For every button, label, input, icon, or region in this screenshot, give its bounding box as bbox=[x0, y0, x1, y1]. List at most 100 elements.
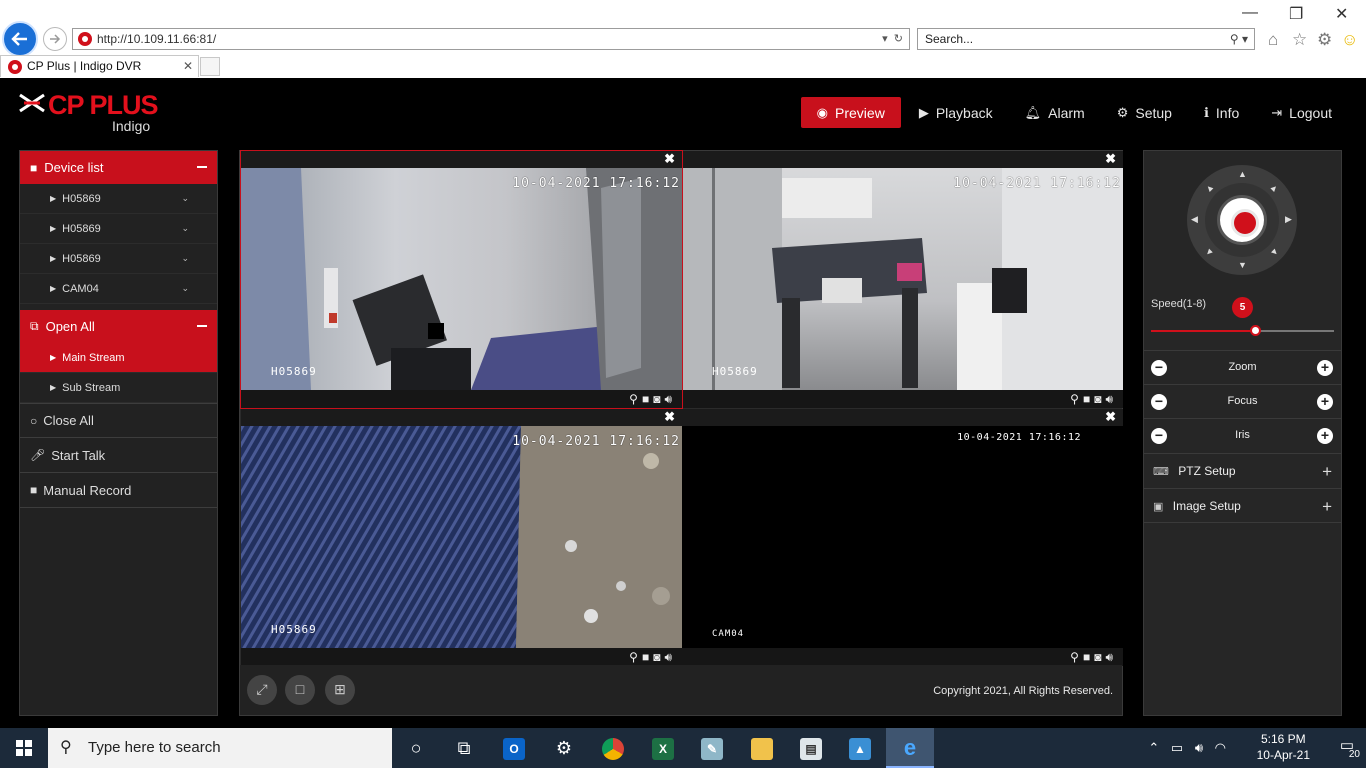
pan-up-left-icon[interactable]: ▲ bbox=[1203, 181, 1216, 194]
quad-view-button[interactable]: ⊞ bbox=[325, 675, 355, 705]
excel-app[interactable]: X bbox=[639, 728, 687, 768]
device-list-header[interactable]: ■ Device list bbox=[20, 151, 217, 184]
device-item[interactable]: ▶ H05869 ⌄ bbox=[20, 184, 217, 214]
notification-center-button[interactable]: ▭ 20 bbox=[1334, 736, 1360, 760]
tab-close-icon[interactable]: ✕ bbox=[183, 56, 193, 77]
single-view-button[interactable]: □ bbox=[285, 675, 315, 705]
video-pane[interactable]: ✖ 10-04-2021 17:16:12 H05869 ⚲■◙🔊︎ bbox=[241, 409, 682, 666]
home-icon[interactable]: ⌂ bbox=[1268, 30, 1278, 50]
ptz-setup-section[interactable]: ⌨ PTZ Setup + bbox=[1144, 453, 1341, 488]
settings-app[interactable]: ⚙ bbox=[540, 728, 588, 768]
notes-app[interactable]: ✎ bbox=[688, 728, 736, 768]
expand-plus-icon[interactable]: + bbox=[1322, 454, 1332, 489]
video-pane[interactable]: ✖ 10-04-2021 17:16:12 H05869 ⚲■◙🔊︎ bbox=[682, 151, 1123, 408]
expand-plus-icon[interactable]: + bbox=[1322, 489, 1332, 524]
restore-icon[interactable]: ❐ bbox=[1289, 4, 1303, 24]
pan-down-left-icon[interactable]: ▼ bbox=[1203, 245, 1216, 258]
zoom-icon[interactable]: ⚲ bbox=[1070, 650, 1083, 664]
zoom-icon[interactable]: ⚲ bbox=[629, 392, 642, 406]
speed-slider[interactable] bbox=[1151, 325, 1334, 336]
chevron-down-icon[interactable]: ⌄ bbox=[181, 193, 189, 204]
sub-stream-item[interactable]: ▶ Sub Stream bbox=[20, 373, 217, 403]
chevron-down-icon[interactable]: ⌄ bbox=[181, 283, 189, 294]
audio-icon[interactable]: 🔊︎ bbox=[664, 392, 676, 406]
pan-down-icon[interactable]: ▼ bbox=[1238, 260, 1247, 270]
audio-icon[interactable]: 🔊︎ bbox=[1105, 392, 1117, 406]
focus-plus-button[interactable]: + bbox=[1317, 394, 1333, 410]
back-button[interactable] bbox=[2, 21, 38, 57]
address-bar[interactable]: http://10.109.11.66:81/ ▾ ↻ bbox=[72, 28, 910, 50]
iris-minus-button[interactable]: − bbox=[1151, 428, 1167, 444]
settings-gear-icon[interactable]: ⚙ bbox=[1317, 30, 1332, 50]
pan-left-icon[interactable]: ◀ bbox=[1191, 214, 1198, 225]
minimize-icon[interactable]: — bbox=[1242, 4, 1258, 22]
device-item[interactable]: ▶ CAM04 ⌄ bbox=[20, 274, 217, 304]
chevron-up-icon[interactable]: ⌃ bbox=[1148, 740, 1159, 755]
collapse-icon[interactable] bbox=[197, 325, 207, 327]
snapshot-icon[interactable]: ◙ bbox=[653, 650, 664, 664]
chevron-down-icon[interactable]: ⌄ bbox=[181, 253, 189, 264]
ptz-direction-pad[interactable]: ▲ ▼ ◀ ▶ ▲ ▲ ▼ ▼ bbox=[1187, 165, 1297, 275]
cortana-button[interactable]: ○ bbox=[392, 728, 440, 768]
collapse-icon[interactable] bbox=[197, 166, 207, 168]
camera-feed[interactable]: 10-04-2021 17:16:12 CAM04 bbox=[682, 426, 1123, 648]
browser-tab[interactable]: CP Plus | Indigo DVR ✕ bbox=[0, 55, 199, 77]
document-app[interactable]: ▤ bbox=[787, 728, 835, 768]
snapshot-icon[interactable]: ◙ bbox=[1094, 650, 1105, 664]
zoom-icon[interactable]: ⚲ bbox=[629, 650, 642, 664]
snapshot-icon[interactable]: ◙ bbox=[653, 392, 664, 406]
audio-icon[interactable]: 🔊︎ bbox=[664, 650, 676, 664]
zoom-in-button[interactable]: + bbox=[1317, 360, 1333, 376]
zoom-out-button[interactable]: − bbox=[1151, 360, 1167, 376]
chevron-down-icon[interactable]: ⌄ bbox=[181, 223, 189, 234]
record-icon[interactable]: ■ bbox=[642, 650, 653, 664]
taskbar-search-input[interactable]: ⚲ Type here to search bbox=[48, 728, 392, 768]
search-icon[interactable]: ⚲ ▾ bbox=[1230, 29, 1248, 49]
camera-feed[interactable]: 10-04-2021 17:16:12 H05869 bbox=[241, 168, 682, 390]
nav-preview[interactable]: ◉ Preview bbox=[800, 97, 901, 128]
forward-button[interactable] bbox=[43, 27, 67, 51]
manual-record-button[interactable]: ■ Manual Record bbox=[20, 473, 217, 508]
favorites-star-icon[interactable]: ☆ bbox=[1292, 30, 1307, 50]
close-window-icon[interactable]: ✕ bbox=[1335, 4, 1348, 24]
image-setup-section[interactable]: ▣ Image Setup + bbox=[1144, 488, 1341, 523]
battery-icon[interactable]: ▭ bbox=[1171, 740, 1183, 755]
record-icon[interactable]: ■ bbox=[642, 392, 653, 406]
nav-alarm[interactable]: 🔔︎ Alarm bbox=[1011, 97, 1099, 128]
camera-feed[interactable]: 10-04-2021 17:16:12 H05869 bbox=[682, 168, 1123, 390]
nav-setup[interactable]: ⚙ Setup bbox=[1103, 97, 1186, 128]
video-pane[interactable]: ✖ 10-04-2021 17:16:12 CAM04 ⚲■◙🔊︎ bbox=[682, 409, 1123, 666]
nav-playback[interactable]: ▶ Playback bbox=[905, 97, 1007, 128]
close-pane-icon[interactable]: ✖ bbox=[664, 151, 675, 167]
pan-up-right-icon[interactable]: ▲ bbox=[1268, 181, 1281, 194]
fullscreen-button[interactable]: ⤢ bbox=[247, 675, 277, 705]
close-pane-icon[interactable]: ✖ bbox=[1105, 409, 1116, 425]
close-all-button[interactable]: ○ Close All bbox=[20, 403, 217, 438]
new-tab-button[interactable] bbox=[200, 57, 220, 76]
camera-feed[interactable]: 10-04-2021 17:16:12 H05869 bbox=[241, 426, 682, 648]
volume-icon[interactable]: 🔊︎ bbox=[1195, 740, 1203, 755]
pan-up-icon[interactable]: ▲ bbox=[1238, 169, 1247, 179]
zoom-icon[interactable]: ⚲ bbox=[1070, 392, 1083, 406]
record-icon[interactable]: ■ bbox=[1083, 392, 1094, 406]
outlook-app[interactable]: O bbox=[490, 728, 538, 768]
taskbar-clock[interactable]: 5:16 PM 10-Apr-21 bbox=[1257, 731, 1310, 763]
file-explorer-app[interactable] bbox=[738, 728, 786, 768]
iris-plus-button[interactable]: + bbox=[1317, 428, 1333, 444]
close-pane-icon[interactable]: ✖ bbox=[664, 409, 675, 425]
pan-right-icon[interactable]: ▶ bbox=[1285, 214, 1292, 225]
device-item[interactable]: ▶ H05869 ⌄ bbox=[20, 214, 217, 244]
refresh-icon[interactable]: ▾ ↻ bbox=[882, 29, 903, 49]
nav-info[interactable]: ℹ Info bbox=[1190, 97, 1253, 128]
nav-logout[interactable]: ⇥ Logout bbox=[1257, 97, 1346, 128]
start-button[interactable] bbox=[0, 728, 48, 768]
wifi-icon[interactable]: ◠ bbox=[1215, 740, 1226, 755]
chrome-app[interactable] bbox=[589, 728, 637, 768]
focus-minus-button[interactable]: − bbox=[1151, 394, 1167, 410]
video-pane[interactable]: ✖ 10-04-2021 17:16:12 H05869 ⚲■◙🔊︎ bbox=[240, 150, 683, 409]
start-talk-button[interactable]: 🎤︎ Start Talk bbox=[20, 438, 217, 473]
ptz-center-button[interactable] bbox=[1220, 198, 1264, 242]
record-icon[interactable]: ■ bbox=[1083, 650, 1094, 664]
device-item[interactable]: ▶ H05869 ⌄ bbox=[20, 244, 217, 274]
internet-explorer-app[interactable]: e bbox=[886, 728, 934, 768]
